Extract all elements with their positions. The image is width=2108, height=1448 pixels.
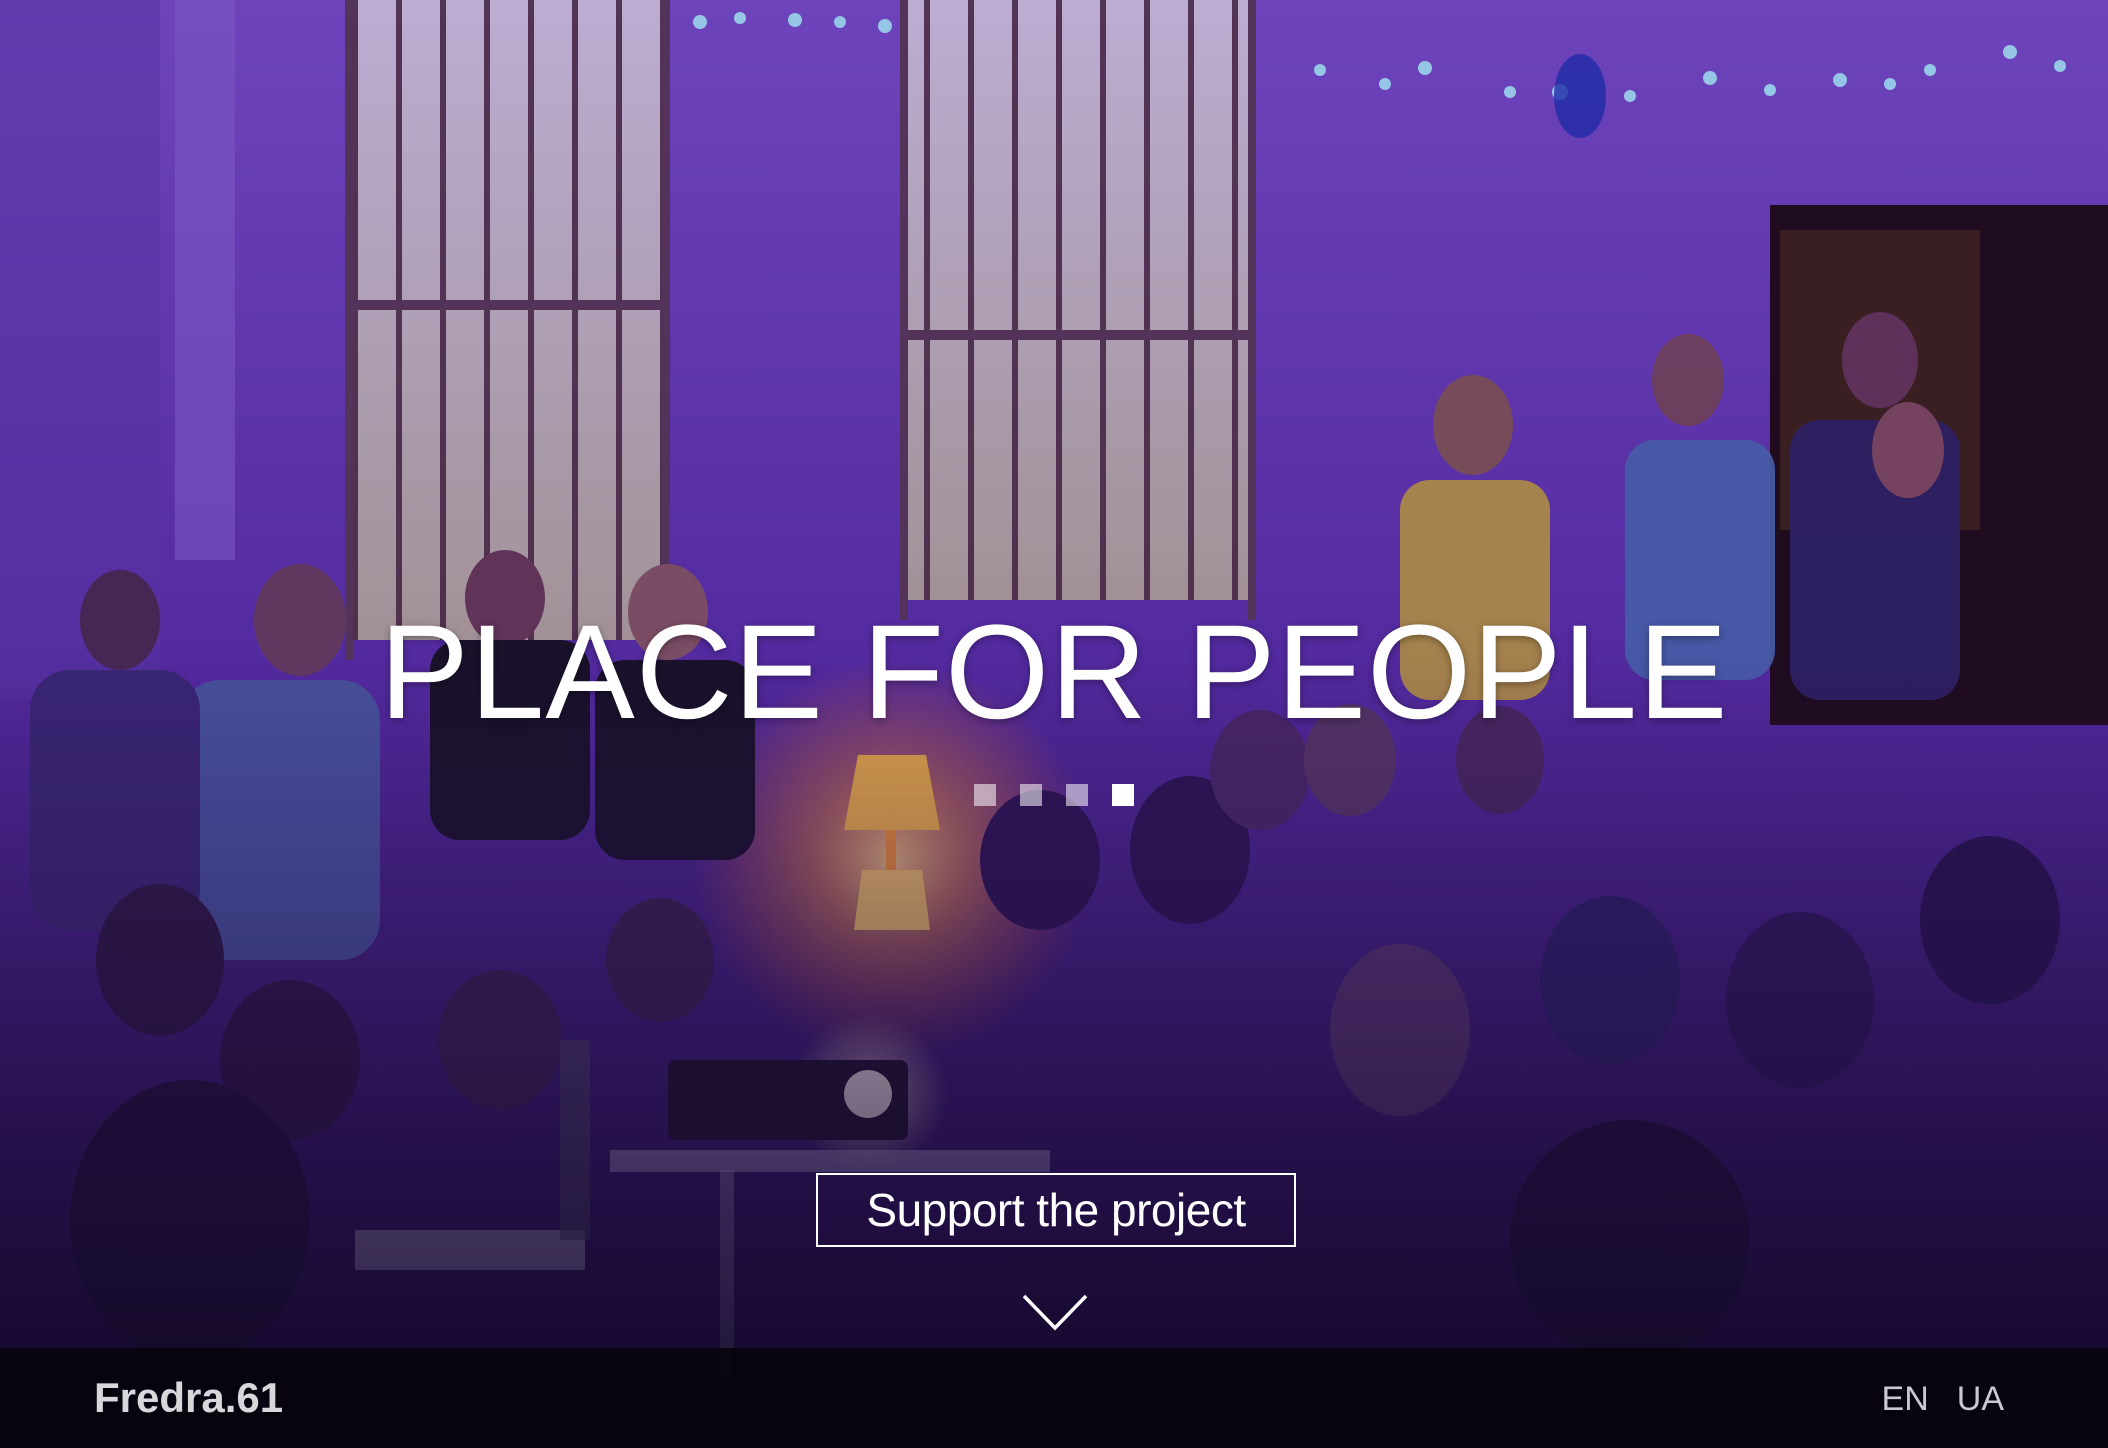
lang-ua[interactable]: UA	[1957, 1374, 2004, 1424]
lang-en[interactable]: EN	[1882, 1374, 1929, 1424]
language-switcher: EN UA	[1882, 1374, 2004, 1424]
hero-title: PLACE FOR PEOPLE	[379, 598, 1729, 747]
slider-dot-1[interactable]	[974, 784, 996, 806]
slider-dot-4-active[interactable]	[1112, 784, 1134, 806]
chevron-down-icon	[1022, 1294, 1088, 1331]
hero-slider-dots	[0, 784, 2108, 806]
slider-dot-3[interactable]	[1066, 784, 1088, 806]
site-logo[interactable]: Fredra.61	[94, 1370, 283, 1426]
bottom-navigation-bar: Fredra.61 EN UA	[0, 1348, 2108, 1448]
slider-dot-2[interactable]	[1020, 784, 1042, 806]
landing-page: PLACE FOR PEOPLE Support the project Fre…	[0, 0, 2108, 1448]
support-project-button[interactable]: Support the project	[816, 1173, 1296, 1247]
scroll-down-button[interactable]	[1020, 1290, 1090, 1334]
